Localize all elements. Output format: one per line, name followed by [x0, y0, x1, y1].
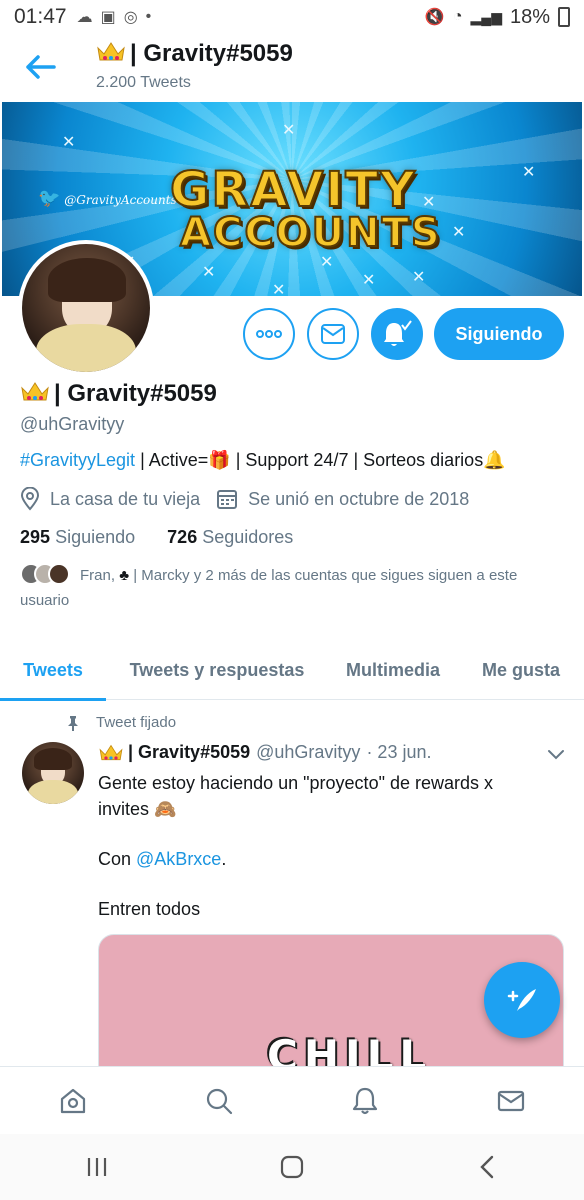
wifi-icon: ◔: [452, 8, 463, 25]
nav-search[interactable]: [146, 1067, 292, 1134]
crown-emoji-icon: [99, 744, 123, 760]
compose-icon: [507, 989, 536, 1011]
signal-icon: ▂▄▆: [470, 8, 502, 25]
crown-emoji-icon: [21, 382, 49, 401]
calendar-icon: [217, 490, 238, 509]
profile-name: | Gravity#5059: [20, 380, 217, 408]
messages-icon: [497, 1090, 525, 1111]
battery-icon: [558, 7, 570, 27]
status-time: 01:47: [14, 5, 67, 28]
tab-likes[interactable]: Me gusta: [458, 640, 584, 700]
tweet-author-handle: @uhGravityy: [256, 742, 361, 762]
dot-icon: •: [145, 8, 152, 25]
header-title-text: | Gravity#5059: [130, 40, 293, 67]
twitter-bird-icon: 🐦: [38, 188, 61, 209]
chevron-down-icon[interactable]: [546, 748, 566, 762]
tweet-header: | Gravity#5059 @uhGravityy · 23 jun.: [98, 742, 431, 763]
recent-apps-icon: [88, 1158, 107, 1176]
battery-level: 18%: [509, 5, 550, 28]
banner-decoration: ✕: [272, 282, 286, 296]
profile-handle: @uhGravityy: [20, 414, 125, 434]
banner-decoration: ✕: [362, 272, 376, 289]
gift-emoji-icon: 🎁: [208, 450, 231, 470]
profile-joined: Se unió en octubre de 2018: [216, 488, 469, 510]
home-icon: [60, 1088, 86, 1113]
profile-avatar[interactable]: [18, 240, 154, 376]
search-icon: [206, 1088, 233, 1114]
followers-count-link[interactable]: 726 Seguidores: [167, 527, 293, 547]
followers-you-know[interactable]: Fran, ♣ | Marcky y 2 más de las cuentas …: [20, 563, 560, 613]
system-navigation: [0, 1134, 584, 1200]
pinned-label: Tweet fijado: [66, 714, 176, 731]
profile-location: La casa de tu vieja: [20, 487, 200, 511]
mute-icon: 🔇: [424, 9, 445, 26]
profile-name-text: | Gravity#5059: [54, 380, 217, 407]
message-button[interactable]: [307, 308, 359, 360]
more-icon: [256, 330, 282, 338]
tab-tweets[interactable]: Tweets: [0, 640, 106, 701]
pin-icon: [68, 715, 78, 731]
notifications-toggle-button[interactable]: [371, 308, 423, 360]
banner-decoration: ✕: [412, 269, 426, 286]
header-title: | Gravity#5059: [96, 40, 293, 68]
back-arrow-icon[interactable]: [22, 52, 58, 82]
profile-header: | Gravity#5059 2.200 Tweets: [0, 34, 584, 100]
bottom-navigation: [0, 1066, 584, 1134]
monkey-emoji-icon: 🙈: [154, 799, 177, 819]
banner-decoration: ✕: [522, 164, 536, 181]
bio-hashtag-link[interactable]: #GravityyLegit: [20, 450, 135, 470]
mutual-avatars: [20, 563, 76, 585]
banner-decoration: ✕: [422, 194, 436, 211]
tab-media[interactable]: Multimedia: [328, 640, 458, 700]
tab-tweets-replies[interactable]: Tweets y respuestas: [106, 640, 328, 700]
status-bar: 01:47 ☁ ▣ ◎ • 🔇 ◔ ▂▄▆ 18%: [0, 0, 584, 34]
bell-emoji-icon: 🔔: [483, 450, 506, 470]
banner-decoration: ✕: [202, 264, 216, 281]
cloud-icon: ☁: [76, 9, 93, 26]
banner-logo-line2: ACCOUNTS: [179, 209, 442, 257]
mail-icon: [321, 324, 345, 344]
banner-decoration: ✕: [282, 122, 296, 139]
recent-apps-button[interactable]: [0, 1134, 195, 1200]
gs-icon: ◎: [123, 9, 138, 26]
tweet-date: · 23 jun.: [366, 742, 432, 762]
back-chevron-icon: [479, 1155, 493, 1179]
follow-counts: 295 Siguiendo 726 Seguidores: [20, 527, 293, 548]
profile-bio: #GravityyLegit | Active=🎁 | Support 24/7…: [20, 450, 506, 470]
following-count-link[interactable]: 295 Siguiendo: [20, 527, 135, 547]
home-system-button[interactable]: [195, 1134, 390, 1200]
mention-link[interactable]: @AkBrxce: [136, 849, 221, 869]
nav-home[interactable]: [0, 1067, 146, 1134]
tweet-text: Gente estoy haciendo un "proyecto" de re…: [98, 773, 494, 919]
image-icon: ▣: [100, 9, 116, 26]
profile-meta: La casa de tu vieja Se unió en octubre d…: [20, 487, 485, 511]
notifications-icon: [352, 1087, 378, 1114]
nav-messages[interactable]: [438, 1067, 584, 1134]
banner-decoration: ✕: [452, 224, 466, 241]
profile-tabs: Tweets Tweets y respuestas Multimedia Me…: [0, 640, 584, 701]
tweet-author-avatar[interactable]: [22, 742, 84, 804]
tweet-count: 2.200 Tweets: [96, 74, 191, 91]
banner-twitter-handle: 🐦 @GravityAccounts: [38, 188, 177, 209]
more-options-button[interactable]: [243, 308, 295, 360]
tweet-author-name[interactable]: | Gravity#5059: [128, 742, 250, 763]
club-emoji-icon: ♣: [119, 567, 130, 584]
location-icon: [20, 487, 40, 511]
compose-tweet-button[interactable]: [484, 962, 560, 1038]
crown-emoji-icon: [97, 42, 125, 61]
nav-notifications[interactable]: [292, 1067, 438, 1134]
following-button[interactable]: Siguiendo: [434, 308, 564, 360]
bell-icon: [384, 320, 412, 346]
home-circle-icon: [280, 1155, 304, 1179]
banner-decoration: ✕: [62, 134, 76, 151]
back-system-button[interactable]: [389, 1134, 584, 1200]
